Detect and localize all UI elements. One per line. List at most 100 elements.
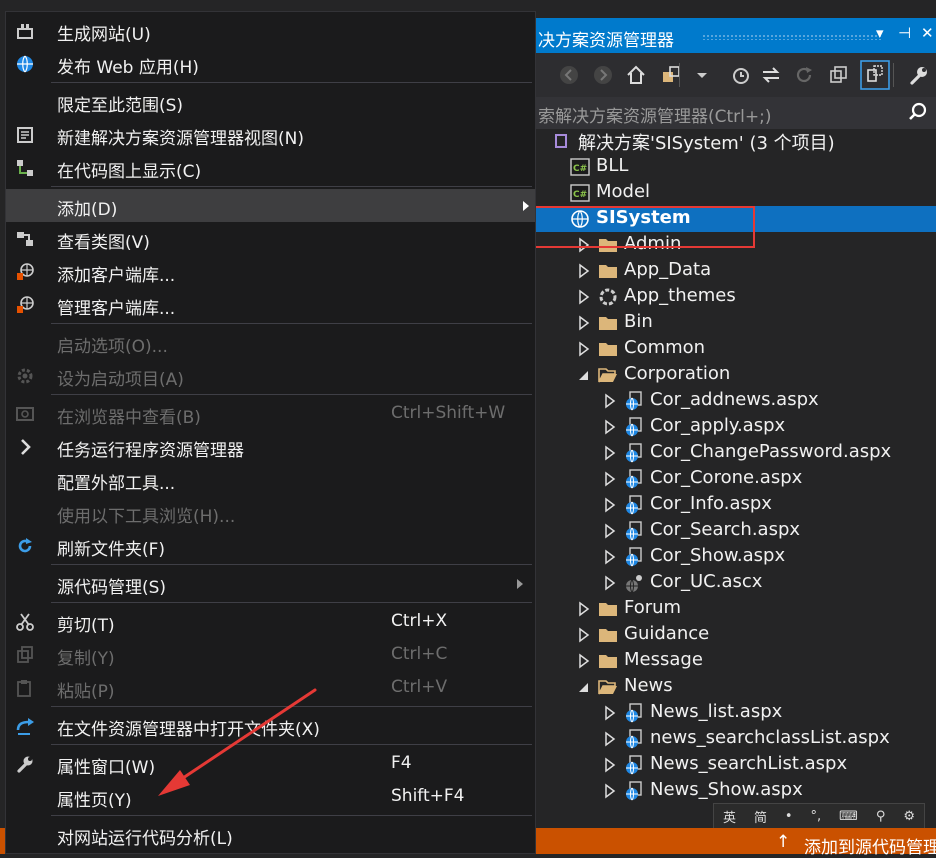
explorer-search-box[interactable]: 索解决方案资源管理器(Ctrl+;) — [536, 97, 936, 129]
ime-button[interactable]: ⌨ — [839, 809, 858, 824]
forward-icon[interactable] — [588, 60, 618, 90]
menu-item[interactable]: 管理客户端库... — [6, 288, 535, 321]
tree-node[interactable]: Cor_apply.aspx — [536, 414, 936, 440]
collapsed-arrow-icon[interactable] — [604, 393, 616, 409]
add-to-source-control[interactable]: 添加到源代码管理 — [804, 833, 936, 858]
tree-node[interactable]: 解决方案'SISystem' (3 个项目) — [536, 128, 936, 154]
collapsed-arrow-icon[interactable] — [578, 627, 590, 643]
collapsed-arrow-icon[interactable] — [578, 315, 590, 331]
tree-node[interactable]: news_searchclassList.aspx — [536, 726, 936, 752]
menu-separator — [51, 744, 532, 745]
collapsed-arrow-icon[interactable] — [604, 419, 616, 435]
menu-item[interactable]: 添加客户端库... — [6, 255, 535, 288]
tree-node[interactable]: Cor_Info.aspx — [536, 492, 936, 518]
collapsed-arrow-icon[interactable] — [578, 341, 590, 357]
collapsed-arrow-icon[interactable] — [578, 653, 590, 669]
collapsed-arrow-icon[interactable] — [578, 263, 590, 279]
menu-item[interactable]: 查看类图(V) — [6, 222, 535, 255]
tree-node[interactable]: Cor_Search.aspx — [536, 518, 936, 544]
dropdown-icon[interactable]: ▾ — [876, 24, 884, 42]
ime-button[interactable]: ⚲ — [876, 809, 886, 824]
menu-item[interactable]: 生成网站(U) — [6, 14, 535, 47]
home-icon[interactable] — [621, 60, 651, 90]
sync-icon[interactable] — [756, 60, 786, 90]
collapsed-arrow-icon[interactable] — [604, 575, 616, 591]
collapsed-arrow-icon[interactable] — [604, 705, 616, 721]
collapsed-arrow-icon[interactable] — [604, 757, 616, 773]
tree-node[interactable]: C# Model — [536, 180, 936, 206]
tree-node[interactable]: App_themes — [536, 284, 936, 310]
tree-node[interactable]: Cor_Show.aspx — [536, 544, 936, 570]
menu-item[interactable]: 源代码管理(S) — [6, 567, 535, 600]
search-icon[interactable] — [908, 102, 928, 122]
switch-views-icon[interactable] — [656, 60, 686, 90]
collapsed-arrow-icon[interactable] — [604, 445, 616, 461]
menu-separator — [51, 323, 532, 324]
show-all-files-icon[interactable] — [860, 60, 890, 90]
collapsed-arrow-icon[interactable] — [604, 783, 616, 799]
collapsed-arrow-icon[interactable] — [604, 731, 616, 747]
tree-node-label: News_searchList.aspx — [650, 753, 848, 774]
expanded-arrow-icon[interactable] — [578, 679, 590, 695]
tree-node-label: Cor_Search.aspx — [650, 519, 801, 540]
menu-item[interactable]: 对网站运行代码分析(L) — [6, 818, 535, 851]
folder-icon — [598, 651, 618, 671]
menu-item[interactable]: 剪切(T) Ctrl+X — [6, 605, 535, 638]
properties-icon[interactable] — [904, 60, 934, 90]
dropdown-icon[interactable] — [687, 60, 717, 90]
collapsed-arrow-icon[interactable] — [604, 549, 616, 565]
menu-item-label: 设为启动项目(A) — [57, 370, 184, 390]
tree-node[interactable]: Common — [536, 336, 936, 362]
menu-item[interactable]: 新建解决方案资源管理器视图(N) — [6, 118, 535, 151]
ime-button[interactable]: 简 — [754, 807, 767, 826]
ime-toolbar[interactable]: 英简 • °, ⌨ ⚲ ⚙ — [713, 803, 925, 829]
tree-node[interactable]: Bin — [536, 310, 936, 336]
tree-node[interactable]: C# BLL — [536, 154, 936, 180]
collapsed-arrow-icon[interactable] — [604, 471, 616, 487]
pin-icon[interactable]: ⊣ — [898, 24, 911, 42]
tree-node[interactable]: App_Data — [536, 258, 936, 284]
ime-button[interactable]: ⚙ — [903, 809, 915, 824]
menu-item[interactable]: 配置外部工具... — [6, 463, 535, 496]
folder-open-icon — [598, 365, 618, 385]
menu-item[interactable]: 任务运行程序资源管理器 — [6, 430, 535, 463]
tree-node[interactable]: Forum — [536, 596, 936, 622]
refresh-icon[interactable] — [789, 60, 819, 90]
tree-node[interactable]: Guidance — [536, 622, 936, 648]
tree-node[interactable]: Cor_Corone.aspx — [536, 466, 936, 492]
menu-item[interactable]: 发布 Web 应用(H) — [6, 47, 535, 80]
close-icon[interactable]: ✕ — [921, 24, 934, 42]
menu-item-label: 剪切(T) — [57, 616, 115, 636]
tree-node[interactable]: Message — [536, 648, 936, 674]
tree-node[interactable]: Cor_UC.ascx — [536, 570, 936, 596]
svg-text:C#: C# — [573, 190, 587, 200]
title-drag-grip[interactable] — [702, 34, 882, 40]
menu-item-label: 新建解决方案资源管理器视图(N) — [57, 129, 304, 149]
tree-node[interactable]: News_list.aspx — [536, 700, 936, 726]
collapsed-arrow-icon[interactable] — [604, 523, 616, 539]
collapsed-arrow-icon[interactable] — [604, 497, 616, 513]
menu-item[interactable]: 在文件资源管理器中打开文件夹(X) — [6, 709, 535, 742]
tree-node[interactable]: Corporation — [536, 362, 936, 388]
ime-button[interactable]: 英 — [723, 807, 736, 826]
collapse-all-icon[interactable] — [824, 60, 854, 90]
ime-button[interactable]: °, — [811, 809, 822, 824]
pending-changes-filter-icon[interactable] — [726, 60, 756, 90]
menu-item[interactable]: 刷新文件夹(F) — [6, 529, 535, 562]
ime-button[interactable]: • — [785, 809, 793, 824]
collapsed-arrow-icon[interactable] — [578, 289, 590, 305]
tree-node[interactable]: News_searchList.aspx — [536, 752, 936, 778]
tree-node[interactable]: Cor_addnews.aspx — [536, 388, 936, 414]
menu-item[interactable]: 限定至此范围(S) — [6, 85, 535, 118]
menu-item[interactable]: 添加(D) — [6, 189, 535, 222]
back-icon[interactable] — [554, 60, 584, 90]
tree-node-label: News_Show.aspx — [650, 779, 803, 800]
tree-node[interactable]: News — [536, 674, 936, 700]
menu-item[interactable]: 属性窗口(W) F4 — [6, 747, 535, 780]
tree-node[interactable]: Cor_ChangePassword.aspx — [536, 440, 936, 466]
collapsed-arrow-icon[interactable] — [578, 601, 590, 617]
menu-item[interactable]: 在代码图上显示(C) — [6, 151, 535, 184]
expanded-arrow-icon[interactable] — [578, 367, 590, 383]
menu-item[interactable]: 属性页(Y) Shift+F4 — [6, 780, 535, 813]
tree-node[interactable]: News_Show.aspx — [536, 778, 936, 804]
